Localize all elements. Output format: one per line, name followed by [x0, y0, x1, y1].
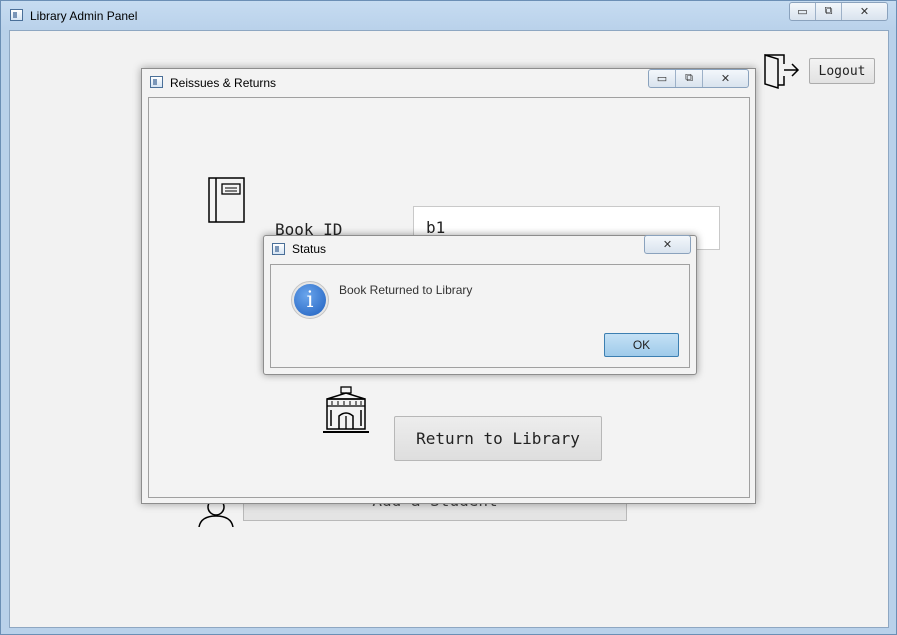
dialog-window-icon — [150, 76, 163, 88]
status-dialog-content: i Book Returned to Library OK — [270, 264, 690, 368]
dialog-close-button[interactable]: ✕ — [702, 70, 748, 87]
maximize-button[interactable]: ⧉ — [815, 3, 841, 20]
dialog-title: Reissues & Returns — [170, 76, 277, 90]
return-to-library-button[interactable]: Return to Library — [394, 416, 602, 461]
main-window: Library Admin Panel ▭ ⧉ ✕ Logout Add a S… — [0, 0, 897, 635]
library-building-icon — [323, 386, 369, 433]
status-window-icon — [272, 243, 285, 255]
door-exit-icon — [764, 53, 800, 90]
status-close-button[interactable]: ✕ — [645, 236, 690, 253]
dialog-window-controls: ▭ ⧉ ✕ — [648, 69, 749, 88]
window-controls: ▭ ⧉ ✕ — [789, 2, 888, 21]
close-button[interactable]: ✕ — [841, 3, 887, 20]
logout-button[interactable]: Logout — [809, 58, 875, 84]
status-dialog: Status ✕ i Book Returned to Library OK — [263, 235, 697, 375]
book-icon — [208, 177, 245, 223]
dialog-maximize-button[interactable]: ⧉ — [675, 70, 702, 87]
status-window-controls: ✕ — [644, 235, 691, 254]
dialog-minimize-button[interactable]: ▭ — [649, 70, 675, 87]
status-dialog-title: Status — [292, 242, 327, 256]
minimize-button[interactable]: ▭ — [790, 3, 815, 20]
info-icon: i — [291, 281, 329, 319]
window-title: Library Admin Panel — [30, 9, 138, 23]
status-message: Book Returned to Library — [339, 283, 473, 297]
ok-button[interactable]: OK — [604, 333, 679, 357]
app-window-icon — [10, 9, 23, 21]
